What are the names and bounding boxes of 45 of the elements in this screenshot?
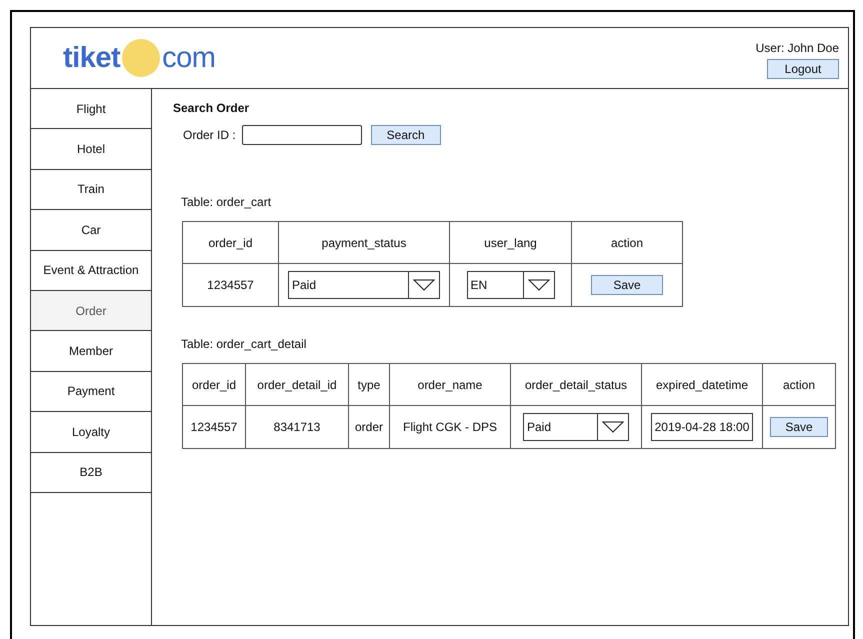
logo-text: com xyxy=(162,42,216,74)
table-caption: Table: order_cart xyxy=(181,195,272,209)
dropdown[interactable]: Paid xyxy=(288,271,440,299)
save-button[interactable]: Save xyxy=(591,275,663,295)
datetime-field[interactable]: 2019-04-28 18:00 xyxy=(651,413,753,441)
column-header: order_name xyxy=(390,364,510,406)
section-title: Search Order xyxy=(173,101,250,115)
table-cell: 8341713 xyxy=(246,406,348,448)
sidebar-item[interactable]: B2B xyxy=(31,452,151,493)
table-caption: Table: order_cart_detail xyxy=(181,337,308,351)
order-id-field[interactable] xyxy=(242,125,362,145)
table-cell: Flight CGK - DPS xyxy=(390,406,510,448)
caret-icon xyxy=(602,421,624,433)
column-header: order_detail_status xyxy=(510,364,642,406)
column-header: payment_status xyxy=(278,222,450,264)
caret-icon xyxy=(413,279,435,291)
save-button[interactable]: Save xyxy=(770,417,828,437)
logo-text: tiket xyxy=(63,42,120,74)
caret-icon xyxy=(528,279,550,291)
column-header: order_id xyxy=(182,222,278,264)
sidebar-item[interactable]: Train xyxy=(31,170,151,210)
dropdown[interactable]: Paid xyxy=(523,413,629,441)
sidebar-item[interactable]: Member xyxy=(31,331,151,372)
sidebar-item[interactable]: Payment xyxy=(31,372,151,412)
column-header: user_lang xyxy=(450,222,572,264)
sidebar-item[interactable]: Order xyxy=(31,290,151,332)
logout-button[interactable]: Logout xyxy=(767,59,839,79)
column-header: type xyxy=(348,364,390,406)
table-cell: order xyxy=(348,406,390,448)
user-name: User: John Doe xyxy=(756,41,839,55)
column-header: expired_datetime xyxy=(642,364,762,406)
sidebar-item[interactable]: Flight xyxy=(31,89,151,130)
logo-circle-icon xyxy=(122,39,160,77)
search-button[interactable]: Search xyxy=(370,125,441,145)
sidebar-item[interactable]: Car xyxy=(31,210,151,251)
dropdown[interactable]: EN xyxy=(466,271,554,299)
column-header: order_id xyxy=(182,364,246,406)
field-label: Order ID : xyxy=(183,128,236,142)
sidebar-item[interactable]: Loyalty xyxy=(31,412,151,453)
column-header: action xyxy=(762,364,836,406)
sidebar-item[interactable]: Hotel xyxy=(31,129,151,170)
table-cell: 1234557 xyxy=(182,406,246,448)
column-header: action xyxy=(572,222,682,264)
column-header: order_detail_id xyxy=(246,364,348,406)
table-cell: 1234557 xyxy=(182,264,278,306)
